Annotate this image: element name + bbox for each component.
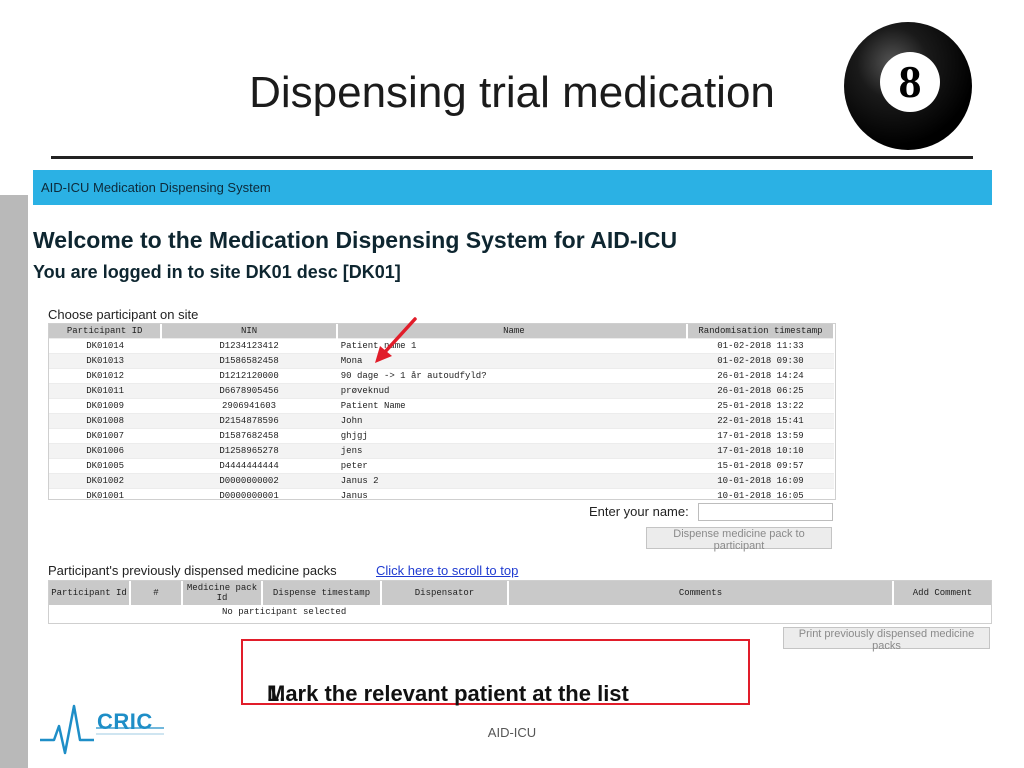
callout-text: Mark the relevant patient at the list [267, 681, 629, 706]
timestamp-cell[interactable]: 26-01-2018 14:24 [686, 368, 834, 384]
name-cell[interactable]: John [336, 413, 687, 429]
left-side-bar [0, 195, 28, 768]
participant-row[interactable]: DK01007 D1587682458 ghjgj 17-01-2018 13:59 [49, 428, 834, 444]
participant-row[interactable]: DK01014 D1234123412 Patient name 1 01-02-20… [49, 338, 834, 354]
timestamp-cell[interactable]: 17-01-2018 13:59 [686, 428, 834, 444]
packs-empty-message: No participant selected [222, 606, 347, 617]
previous-packs-label: Participant's previously dispensed medic… [48, 563, 337, 578]
col-dispense-timestamp[interactable]: Dispense timestamp [262, 581, 382, 605]
name-input[interactable] [698, 503, 833, 521]
app-header-title: AID-ICU Medication Dispensing System [41, 180, 271, 195]
nin-cell[interactable]: D6678905456 [161, 383, 337, 399]
nin-cell[interactable]: 2906941603 [161, 398, 337, 414]
participant-row[interactable]: DK01001 D0000000001 Janus 10-01-2018 16:05 [49, 488, 834, 503]
participant-id-cell[interactable]: DK01011 [49, 383, 162, 399]
participant-id-cell[interactable]: DK01014 [49, 338, 162, 354]
title-rule [51, 156, 973, 159]
participant-id-cell[interactable]: DK01009 [49, 398, 162, 414]
print-packs-button[interactable]: Print previously dispensed medicine pack… [783, 627, 990, 652]
eight-ball-number: 8 [898, 56, 922, 107]
timestamp-cell[interactable]: 10-01-2018 16:05 [686, 488, 834, 503]
participants-table: Participant ID NIN Name Randomisation ti… [48, 323, 836, 503]
name-cell[interactable]: Janus 2 [336, 473, 687, 489]
timestamp-cell[interactable]: 25-01-2018 13:22 [686, 398, 834, 414]
nin-cell[interactable]: D1234123412 [161, 338, 337, 354]
participant-row[interactable]: DK01008 D2154878596 John 22-01-2018 15:41 [49, 413, 834, 429]
welcome-heading: Welcome to the Medication Dispensing Sys… [33, 227, 678, 253]
footer-text: AID-ICU [487, 725, 537, 740]
name-cell[interactable]: prøveknud [336, 383, 687, 399]
timestamp-cell[interactable]: 26-01-2018 06:25 [686, 383, 834, 399]
timestamp-cell[interactable]: 01-02-2018 09:30 [686, 353, 834, 369]
choose-participant-label: Choose participant on site [48, 307, 199, 322]
name-cell[interactable]: ghjgj [336, 428, 687, 444]
participant-id-cell[interactable]: DK01001 [49, 488, 162, 503]
nin-cell[interactable]: D1586582458 [161, 353, 337, 369]
col-pack-participant-id[interactable]: Participant Id [49, 581, 131, 605]
name-cell[interactable]: Janus [336, 488, 687, 503]
name-cell[interactable]: 90 dage -> 1 år autoudfyld? [336, 368, 687, 384]
dispense-button[interactable]: Dispense medicine pack to participant [646, 527, 832, 552]
eight-ball-badge: 8 [880, 52, 940, 112]
participant-row[interactable]: DK01013 D1586582458 Mona 01-02-2018 09:30 [49, 353, 834, 369]
participant-row[interactable]: DK01005 D4444444444 peter 15-01-2018 09:57 [49, 458, 834, 474]
packs-empty-row: No participant selected [49, 605, 991, 618]
packs-header-row: Participant Id # Medicine pack Id Dispen… [49, 581, 991, 605]
logged-in-heading: You are logged in to site DK01 desc [DK0… [33, 262, 401, 282]
col-dispensator[interactable]: Dispensator [381, 581, 509, 605]
packs-table: Participant Id # Medicine pack Id Dispen… [48, 580, 992, 624]
participant-row[interactable]: DK01009 2906941603 Patient Name 25-01-2018 … [49, 398, 834, 414]
participant-row[interactable]: DK01002 D0000000002 Janus 2 10-01-2018 16:0… [49, 473, 834, 489]
col-comments[interactable]: Comments [508, 581, 894, 605]
red-arrow-icon [375, 317, 417, 363]
col-randomisation-timestamp[interactable]: Randomisation timestamp [686, 324, 836, 339]
col-pack-number[interactable]: # [130, 581, 183, 605]
timestamp-cell[interactable]: 10-01-2018 16:09 [686, 473, 834, 489]
participant-id-cell[interactable]: DK01013 [49, 353, 162, 369]
scroll-to-top-link[interactable]: Click here to scroll to top [376, 563, 518, 578]
participant-row[interactable]: DK01011 D6678905456 prøveknud 26-01-2018 06… [49, 383, 834, 399]
participant-row[interactable]: DK01012 D1212120000 90 dage -> 1 år autoud… [49, 368, 834, 384]
nin-cell[interactable]: D0000000001 [161, 488, 337, 503]
nin-cell[interactable]: D2154878596 [161, 413, 337, 429]
name-cell[interactable]: jens [336, 443, 687, 459]
participant-id-cell[interactable]: DK01008 [49, 413, 162, 429]
nin-cell[interactable]: D1587682458 [161, 428, 337, 444]
timestamp-cell[interactable]: 15-01-2018 09:57 [686, 458, 834, 474]
col-add-comment[interactable]: Add Comment [893, 581, 991, 605]
instruction-callout: 1. Mark the relevant patient at the list [241, 639, 750, 706]
col-participant-id[interactable]: Participant ID [49, 324, 163, 339]
participant-id-cell[interactable]: DK01005 [49, 458, 162, 474]
participant-id-cell[interactable]: DK01012 [49, 368, 162, 384]
participant-id-cell[interactable]: DK01007 [49, 428, 162, 444]
name-cell[interactable]: peter [336, 458, 687, 474]
participant-id-cell[interactable]: DK01006 [49, 443, 162, 459]
nin-cell[interactable]: D4444444444 [161, 458, 337, 474]
enter-name-label: Enter your name: [589, 504, 689, 519]
col-nin[interactable]: NIN [161, 324, 338, 339]
participants-header-row: Participant ID NIN Name Randomisation ti… [49, 324, 836, 339]
nin-cell[interactable]: D1212120000 [161, 368, 337, 384]
eight-ball-icon: 8 [844, 22, 972, 150]
timestamp-cell[interactable]: 17-01-2018 10:10 [686, 443, 834, 459]
participant-row[interactable]: DK01006 D1258965278 jens 17-01-2018 10:10 [49, 443, 834, 459]
timestamp-cell[interactable]: 22-01-2018 15:41 [686, 413, 834, 429]
nin-cell[interactable]: D1258965278 [161, 443, 337, 459]
participant-id-cell[interactable]: DK01002 [49, 473, 162, 489]
name-cell[interactable]: Patient Name [336, 398, 687, 414]
app-header: AID-ICU Medication Dispensing System [33, 170, 992, 205]
col-medicine-pack-id[interactable]: Medicine pack Id [182, 581, 263, 605]
timestamp-cell[interactable]: 01-02-2018 11:33 [686, 338, 834, 354]
nin-cell[interactable]: D0000000002 [161, 473, 337, 489]
